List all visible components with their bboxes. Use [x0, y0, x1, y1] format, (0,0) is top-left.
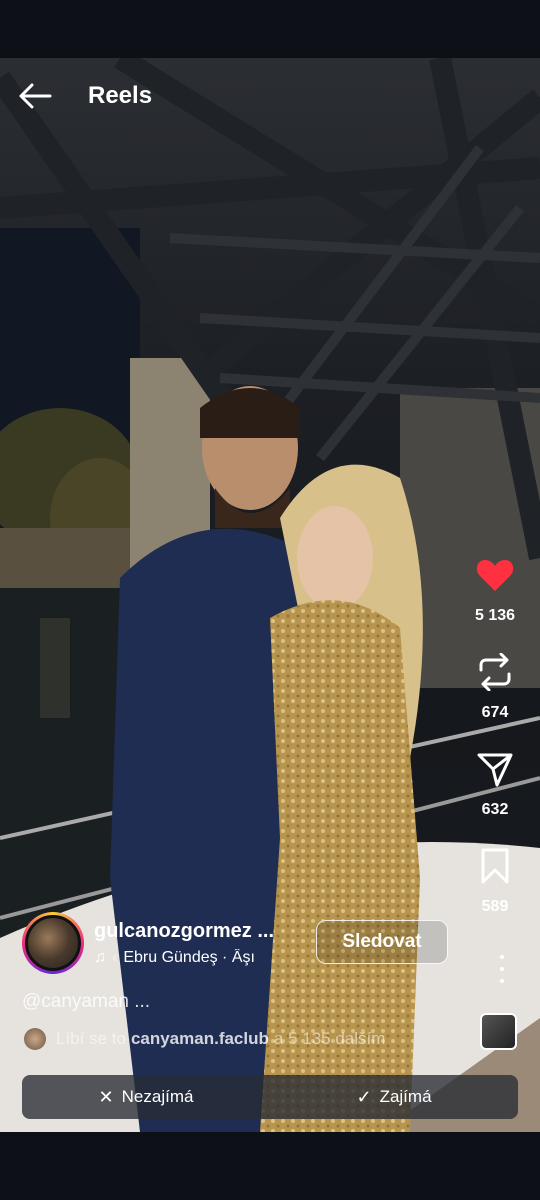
check-icon: ✓	[356, 1086, 372, 1107]
author-info: gulcanozgormez ... ♫ ‹ Ebru Gündeş · Âşı	[22, 912, 304, 974]
system-nav-bar	[0, 1132, 540, 1200]
music-track: Ebru Gündeş · Âşı	[123, 948, 255, 966]
save-count: 589	[481, 898, 509, 915]
reel-actions: 5 136 674 632 589	[450, 555, 540, 943]
close-icon: ✕	[98, 1086, 114, 1107]
repost-count: 674	[481, 704, 509, 721]
reels-header: Reels	[0, 58, 540, 134]
like-button[interactable]: 5 136	[450, 555, 540, 652]
status-bar	[0, 0, 540, 58]
share-count: 632	[481, 801, 509, 818]
back-button[interactable]	[0, 58, 70, 134]
repost-icon	[479, 653, 511, 691]
like-count: 5 136	[474, 607, 516, 624]
not-interested-label: Nezajímá	[121, 1087, 194, 1106]
not-interested-button[interactable]: ✕ Nezajímá	[22, 1075, 270, 1119]
bookmark-icon	[481, 848, 509, 884]
arrow-left-icon	[19, 83, 52, 109]
page-title: Reels	[88, 82, 153, 109]
repost-button[interactable]: 674	[450, 652, 540, 749]
more-vertical-icon-dot	[500, 979, 504, 983]
more-options-button[interactable]	[494, 955, 510, 983]
avatar-story-ring[interactable]	[22, 912, 84, 974]
likes-summary[interactable]: Líbí se to canyaman.faclub a 5 135 další…	[24, 1028, 385, 1050]
caption[interactable]: @canyaman ...	[22, 991, 150, 1013]
share-button[interactable]: 632	[450, 749, 540, 846]
likes-prefix: Líbí se to	[56, 1029, 126, 1048]
more-vertical-icon	[500, 955, 504, 959]
interested-label: Zajímá	[379, 1087, 432, 1106]
likes-suffix: a 5 135 dalším	[273, 1029, 386, 1048]
heart-icon	[476, 560, 514, 591]
interested-button[interactable]: ✓ Zajímá	[270, 1075, 518, 1119]
send-icon	[477, 753, 513, 787]
avatar	[25, 915, 81, 971]
feedback-bar: ✕ Nezajímá ✓ Zajímá	[22, 1075, 518, 1119]
author-username[interactable]: gulcanozgormez ...	[94, 920, 304, 943]
save-button[interactable]: 589	[450, 846, 540, 943]
liker-avatar	[24, 1028, 46, 1050]
audio-thumbnail[interactable]	[480, 1013, 517, 1050]
likes-user: canyaman.faclub	[130, 1029, 269, 1048]
follow-button[interactable]: Sledovat	[316, 920, 448, 964]
music-prefix: ‹	[112, 948, 118, 966]
music-note-icon: ♫	[94, 948, 106, 966]
more-vertical-icon-dot	[500, 967, 504, 971]
music-info[interactable]: ♫ ‹ Ebru Gündeş · Âşı	[94, 949, 304, 967]
